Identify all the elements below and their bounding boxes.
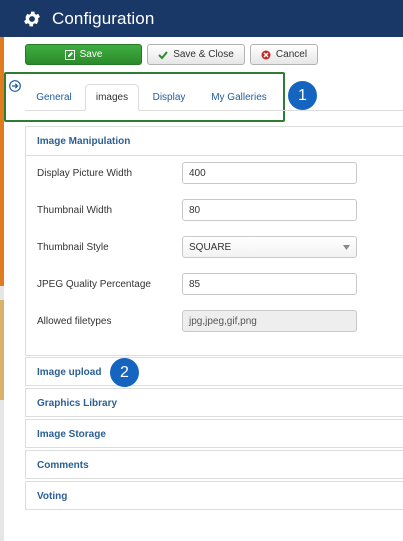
jpeg-quality-input[interactable]: 85 — [182, 273, 357, 295]
jpeg-quality-label: JPEG Quality Percentage — [37, 278, 151, 290]
panel-voting[interactable]: Voting — [25, 481, 403, 510]
panel-image-storage-title: Image Storage — [37, 429, 106, 440]
tab-general[interactable]: General — [25, 84, 83, 111]
thumbnail-style-select[interactable]: SQUARE — [182, 236, 357, 258]
tab-images[interactable]: images — [85, 84, 139, 111]
save-button-label: Save — [79, 49, 103, 60]
panel-graphics-library[interactable]: Graphics Library — [25, 388, 403, 417]
toolbar: Save Save & Close Cancel — [25, 44, 318, 66]
panel-image-storage[interactable]: Image Storage — [25, 419, 403, 448]
tab-general-label: General — [36, 92, 72, 103]
tab-my-galleries[interactable]: My Galleries — [199, 84, 279, 111]
edit-icon — [64, 49, 75, 60]
panel-image-manipulation-header[interactable]: Image Manipulation — [26, 127, 403, 156]
thumbnail-style-value: SQUARE — [189, 241, 232, 253]
tab-images-label: images — [95, 92, 129, 103]
collapse-sidebar-icon[interactable] — [9, 80, 21, 92]
step-badge-1-number: 1 — [298, 86, 307, 104]
save-close-button[interactable]: Save & Close — [147, 44, 245, 65]
display-picture-width-value: 400 — [189, 167, 206, 179]
allowed-filetypes-value: jpg,jpeg,gif,png — [189, 315, 257, 327]
form-row-allowed-filetypes: Allowed filetypes jpg,jpeg,gif,png — [37, 310, 357, 332]
form-row-display-picture-width: Display Picture Width 400 — [37, 162, 357, 184]
save-close-button-label: Save & Close — [173, 49, 234, 60]
tab-display-label: Display — [152, 92, 186, 103]
left-edge-accent-2 — [0, 300, 4, 400]
page-header: Configuration — [0, 0, 403, 37]
cancel-icon — [261, 50, 271, 59]
display-picture-width-label: Display Picture Width — [37, 167, 133, 179]
panel-voting-title: Voting — [37, 491, 68, 502]
cancel-button[interactable]: Cancel — [250, 44, 318, 65]
save-button[interactable]: Save — [25, 44, 142, 65]
panel-comments[interactable]: Comments — [25, 450, 403, 479]
jpeg-quality-value: 85 — [189, 278, 201, 290]
page-title: Configuration — [52, 8, 155, 28]
form-row-thumbnail-style: Thumbnail Style SQUARE — [37, 236, 357, 258]
check-icon — [158, 50, 168, 59]
panel-comments-title: Comments — [37, 460, 89, 471]
tab-my-galleries-label: My Galleries — [211, 92, 267, 103]
cancel-button-label: Cancel — [275, 49, 308, 60]
thumbnail-width-label: Thumbnail Width — [37, 204, 113, 216]
tab-display[interactable]: Display — [141, 84, 197, 111]
panel-image-upload-title: Image upload — [37, 367, 102, 378]
step-badge-2: 2 — [110, 358, 139, 387]
form-row-jpeg-quality: JPEG Quality Percentage 85 — [37, 273, 357, 295]
panel-image-upload[interactable]: Image upload — [25, 357, 403, 386]
step-badge-1: 1 — [288, 81, 317, 110]
thumbnail-style-label: Thumbnail Style — [37, 241, 109, 253]
allowed-filetypes-input: jpg,jpeg,gif,png — [182, 310, 357, 332]
form-row-thumbnail-width: Thumbnail Width 80 — [37, 199, 357, 221]
step-badge-2-number: 2 — [120, 363, 129, 381]
gear-icon — [24, 11, 40, 26]
panel-graphics-library-title: Graphics Library — [37, 398, 118, 409]
panel-image-manipulation-title: Image Manipulation — [37, 135, 131, 147]
allowed-filetypes-label: Allowed filetypes — [37, 315, 112, 327]
thumbnail-width-value: 80 — [189, 204, 201, 216]
thumbnail-width-input[interactable]: 80 — [182, 199, 357, 221]
display-picture-width-input[interactable]: 400 — [182, 162, 357, 184]
chevron-down-icon — [343, 244, 350, 250]
